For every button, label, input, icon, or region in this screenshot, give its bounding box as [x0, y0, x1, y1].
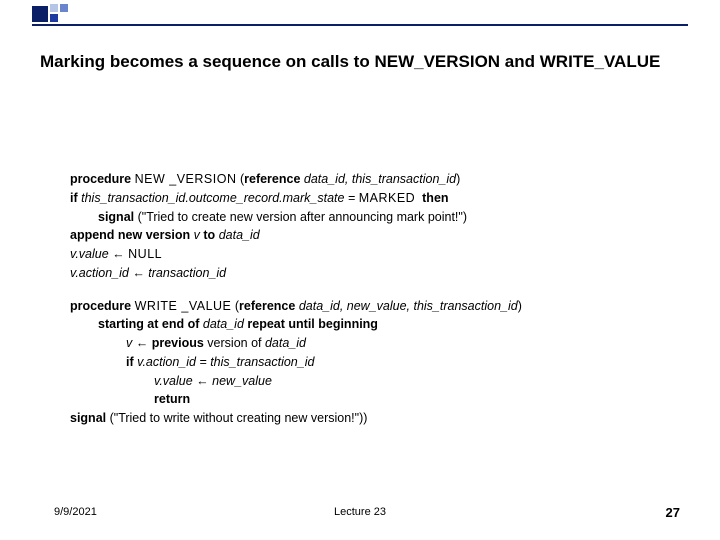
deco-square-large: [32, 6, 48, 22]
deco-square-light: [50, 4, 58, 12]
nv-assign2: v.action_id ← transaction_id: [70, 264, 660, 283]
nv-assign1: v.value ← NULL: [70, 245, 660, 264]
nv-header: procedure NEW _VERSION (reference data_i…: [70, 170, 660, 189]
wv-signal: signal ("Tried to write without creating…: [70, 409, 660, 428]
wv-assign: v.value ← new_value: [70, 372, 660, 391]
wv-loop: starting at end of data_id repeat until …: [70, 315, 660, 334]
footer-lecture: Lecture 23: [0, 506, 720, 518]
footer-page: 27: [666, 505, 680, 520]
slide-title: Marking becomes a sequence on calls to N…: [40, 52, 690, 72]
header-decoration: [0, 0, 720, 36]
nv-append: append new version v to data_id: [70, 226, 660, 245]
header-rule: [32, 24, 688, 26]
wv-header: procedure WRITE _VALUE (reference data_i…: [70, 297, 660, 316]
deco-square-right: [60, 4, 68, 12]
wv-return: return: [70, 390, 660, 409]
wv-if: if v.action_id = this_transaction_id: [70, 353, 660, 372]
slide-body: procedure NEW _VERSION (reference data_i…: [70, 170, 660, 428]
nv-signal: signal ("Tried to create new version aft…: [70, 208, 660, 227]
nv-if: if this_transaction_id.outcome_record.ma…: [70, 189, 660, 208]
wv-prev: v ← previous version of data_id: [70, 334, 660, 353]
deco-square-mid: [50, 14, 58, 22]
